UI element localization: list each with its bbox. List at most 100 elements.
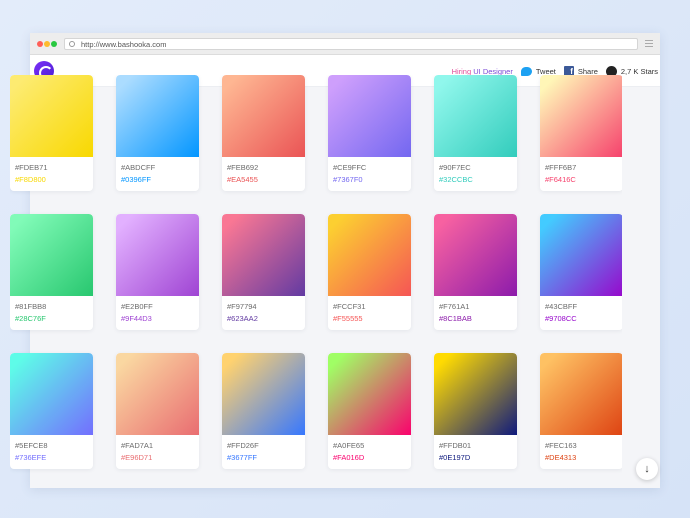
scroll-down-button[interactable]: ↓ <box>636 458 658 480</box>
gradient-grid: #FDEB71 #F8D800 #ABDCFF #0396FF #FEB692 #EA54… <box>10 75 622 488</box>
gradient-swatch[interactable] <box>116 75 199 157</box>
color-code-end[interactable]: #F55555 <box>333 313 411 325</box>
gradient-swatch[interactable] <box>222 214 305 296</box>
gradient-codes: #CE9FFC #7367F0 <box>328 157 411 186</box>
gradient-card[interactable]: #FAD7A1 #E96D71 <box>116 353 199 469</box>
gradient-swatch[interactable] <box>540 75 622 157</box>
gradient-card[interactable]: #81FBB8 #28C76F <box>10 214 93 330</box>
color-code-start[interactable]: #E2B0FF <box>121 301 199 313</box>
color-code-end[interactable]: #E96D71 <box>121 452 199 464</box>
color-code-start[interactable]: #FEC163 <box>545 440 622 452</box>
gradient-swatch[interactable] <box>10 353 93 435</box>
gradient-codes: #FDEB71 #F8D800 <box>10 157 93 186</box>
color-code-end[interactable]: #DE4313 <box>545 452 622 464</box>
gradient-codes: #F97794 #623AA2 <box>222 296 305 325</box>
color-code-start[interactable]: #FCCF31 <box>333 301 411 313</box>
color-code-start[interactable]: #5EFCE8 <box>15 440 93 452</box>
color-code-end[interactable]: #FA016D <box>333 452 411 464</box>
site-info-icon[interactable] <box>69 41 75 47</box>
gradient-swatch[interactable] <box>434 353 517 435</box>
gradient-swatch[interactable] <box>540 214 622 296</box>
gradient-card[interactable]: #FCCF31 #F55555 <box>328 214 411 330</box>
browser-chrome: http://www.bashooka.com <box>30 33 660 55</box>
gradient-swatch[interactable] <box>328 353 411 435</box>
gradient-codes: #FFF6B7 #F6416C <box>540 157 622 186</box>
gradient-codes: #FCCF31 #F55555 <box>328 296 411 325</box>
color-code-start[interactable]: #81FBB8 <box>15 301 93 313</box>
address-bar[interactable]: http://www.bashooka.com <box>64 38 638 50</box>
color-code-end[interactable]: #0396FF <box>121 174 199 186</box>
gradient-card[interactable]: #90F7EC #32CCBC <box>434 75 517 191</box>
arrow-down-icon: ↓ <box>644 463 650 475</box>
color-code-end[interactable]: #F8D800 <box>15 174 93 186</box>
gradient-swatch[interactable] <box>434 75 517 157</box>
url-text: http://www.bashooka.com <box>81 40 167 49</box>
stars-label: 2,7 K Stars <box>620 66 658 76</box>
color-code-start[interactable]: #FFDB01 <box>439 440 517 452</box>
color-code-start[interactable]: #FEB692 <box>227 162 305 174</box>
color-code-end[interactable]: #0E197D <box>439 452 517 464</box>
color-code-start[interactable]: #90F7EC <box>439 162 517 174</box>
gradient-card[interactable]: #FFF6B7 #F6416C <box>540 75 622 191</box>
gradient-card[interactable]: #5EFCE8 #736EFE <box>10 353 93 469</box>
color-code-end[interactable]: #32CCBC <box>439 174 517 186</box>
color-code-end[interactable]: #3677FF <box>227 452 305 464</box>
gradient-card[interactable]: #FFDB01 #0E197D <box>434 353 517 469</box>
gradient-swatch[interactable] <box>434 214 517 296</box>
color-code-start[interactable]: #ABDCFF <box>121 162 199 174</box>
color-code-end[interactable]: #F6416C <box>545 174 622 186</box>
gradient-codes: #43CBFF #9708CC <box>540 296 622 325</box>
hamburger-menu-icon[interactable] <box>645 40 653 47</box>
gradient-swatch[interactable] <box>10 214 93 296</box>
gradient-card[interactable]: #FEB692 #EA5455 <box>222 75 305 191</box>
gradient-codes: #5EFCE8 #736EFE <box>10 435 93 464</box>
gradient-card[interactable]: #FEC163 #DE4313 <box>540 353 622 469</box>
gradient-card[interactable]: #CE9FFC #7367F0 <box>328 75 411 191</box>
gradient-codes: #90F7EC #32CCBC <box>434 157 517 186</box>
gradient-codes: #E2B0FF #9F44D3 <box>116 296 199 325</box>
gradient-swatch[interactable] <box>328 214 411 296</box>
gradient-card[interactable]: #E2B0FF #9F44D3 <box>116 214 199 330</box>
color-code-start[interactable]: #FFD26F <box>227 440 305 452</box>
gradient-card[interactable]: #F761A1 #8C1BAB <box>434 214 517 330</box>
color-code-start[interactable]: #43CBFF <box>545 301 622 313</box>
gradient-swatch[interactable] <box>10 75 93 157</box>
gradient-swatch[interactable] <box>222 353 305 435</box>
color-code-start[interactable]: #FFF6B7 <box>545 162 622 174</box>
color-code-end[interactable]: #EA5455 <box>227 174 305 186</box>
gradient-codes: #FFD26F #3677FF <box>222 435 305 464</box>
color-code-start[interactable]: #F761A1 <box>439 301 517 313</box>
color-code-end[interactable]: #7367F0 <box>333 174 411 186</box>
gradient-codes: #81FBB8 #28C76F <box>10 296 93 325</box>
close-window-dot[interactable] <box>37 41 43 47</box>
gradient-codes: #FFDB01 #0E197D <box>434 435 517 464</box>
gradient-card[interactable]: #F97794 #623AA2 <box>222 214 305 330</box>
gradient-swatch[interactable] <box>540 353 622 435</box>
color-code-start[interactable]: #FAD7A1 <box>121 440 199 452</box>
color-code-end[interactable]: #9708CC <box>545 313 622 325</box>
gradient-swatch[interactable] <box>328 75 411 157</box>
gradient-codes: #F761A1 #8C1BAB <box>434 296 517 325</box>
gradient-swatch[interactable] <box>116 214 199 296</box>
color-code-start[interactable]: #FDEB71 <box>15 162 93 174</box>
maximize-window-dot[interactable] <box>51 41 57 47</box>
color-code-start[interactable]: #CE9FFC <box>333 162 411 174</box>
gradient-card[interactable]: #43CBFF #9708CC <box>540 214 622 330</box>
gradient-codes: #FEB692 #EA5455 <box>222 157 305 186</box>
color-code-end[interactable]: #9F44D3 <box>121 313 199 325</box>
color-code-end[interactable]: #8C1BAB <box>439 313 517 325</box>
color-code-end[interactable]: #28C76F <box>15 313 93 325</box>
color-code-end[interactable]: #623AA2 <box>227 313 305 325</box>
color-code-start[interactable]: #A0FE65 <box>333 440 411 452</box>
gradient-card[interactable]: #FDEB71 #F8D800 <box>10 75 93 191</box>
gradient-swatch[interactable] <box>116 353 199 435</box>
gradient-codes: #FEC163 #DE4313 <box>540 435 622 464</box>
color-code-start[interactable]: #F97794 <box>227 301 305 313</box>
minimize-window-dot[interactable] <box>44 41 50 47</box>
gradient-card[interactable]: #A0FE65 #FA016D <box>328 353 411 469</box>
gradient-card[interactable]: #FFD26F #3677FF <box>222 353 305 469</box>
color-code-end[interactable]: #736EFE <box>15 452 93 464</box>
gradient-swatch[interactable] <box>222 75 305 157</box>
gradient-card[interactable]: #ABDCFF #0396FF <box>116 75 199 191</box>
gradient-codes: #FAD7A1 #E96D71 <box>116 435 199 464</box>
